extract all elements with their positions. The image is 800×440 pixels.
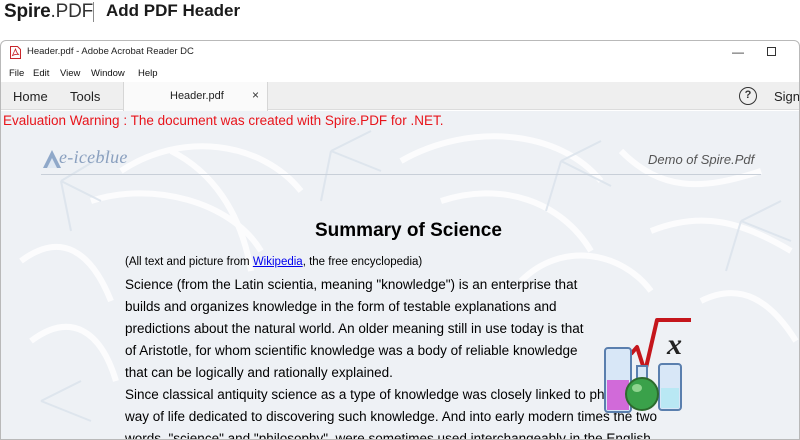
credit-suffix: , the free encyclopedia) [302, 256, 423, 268]
header-divider [41, 174, 761, 175]
menu-help[interactable]: Help [138, 68, 158, 79]
close-icon[interactable]: × [252, 88, 259, 102]
minimize-button[interactable]: — [723, 42, 753, 62]
body-text-line: that can be logically and rationally exp… [125, 365, 393, 380]
header-logo-text: e-iceblue [59, 147, 128, 167]
menu-edit[interactable]: Edit [33, 68, 49, 79]
maximize-icon [766, 47, 776, 56]
credit-line: (All text and picture from Wikipedia, th… [125, 256, 422, 268]
document-tab[interactable]: Header.pdf × [123, 82, 268, 111]
pdf-file-icon [10, 46, 21, 59]
body-text-line: builds and organizes knowledge in the fo… [125, 299, 557, 314]
wikipedia-link[interactable]: Wikipedia [253, 256, 303, 268]
menu-view[interactable]: View [60, 68, 80, 79]
body-text-line: predictions about the natural world. An … [125, 321, 584, 336]
header-right-text: Demo of Spire.Pdf [648, 152, 755, 167]
science-flask-icon: x [604, 318, 691, 413]
banner-divider [93, 2, 94, 22]
body-text-line: Since classical antiquity science as a t… [125, 387, 680, 402]
evaluation-warning: Evaluation Warning : The document was cr… [3, 113, 444, 128]
banner-title: Add PDF Header [106, 1, 241, 20]
document-title: Summary of Science [315, 220, 502, 241]
body-text-line: of Aristotle, for whom scientific knowle… [125, 343, 578, 358]
pdf-page: Evaluation Warning : The document was cr… [1, 111, 799, 440]
menu-file[interactable]: File [9, 68, 24, 79]
window-title: Header.pdf - Adobe Acrobat Reader DC [27, 46, 194, 57]
maximize-button[interactable] [756, 42, 786, 62]
svg-text:x: x [666, 328, 682, 361]
home-tab[interactable]: Home [13, 89, 48, 104]
credit-prefix: (All text and picture from [125, 256, 253, 268]
brand-name: Spire [4, 1, 51, 22]
minimize-icon: — [732, 45, 744, 59]
body-text-line: way of life dedicated to discovering suc… [125, 409, 658, 424]
body-text-line: words, "science" and "philosophy", were … [125, 431, 651, 440]
menu-bar: File Edit View Window Help [1, 65, 799, 83]
banner: Spire.PDF Add PDF Header [0, 0, 800, 26]
body-text-line: Science (from the Latin scientia, meanin… [125, 277, 578, 292]
brand-logo: Spire.PDF [4, 1, 93, 23]
window-titlebar: Header.pdf - Adobe Acrobat Reader DC — [1, 41, 799, 63]
tools-tab[interactable]: Tools [70, 89, 100, 104]
app-toolbar: Home Tools Header.pdf × ? Sign [1, 82, 799, 111]
document-tab-label: Header.pdf [170, 90, 224, 102]
brand-suffix: .PDF [50, 1, 94, 22]
menu-window[interactable]: Window [91, 68, 125, 79]
reader-window: Header.pdf - Adobe Acrobat Reader DC — F… [0, 40, 800, 440]
sign-in-button[interactable]: Sign [774, 89, 799, 104]
help-circle-icon[interactable]: ? [739, 87, 757, 105]
